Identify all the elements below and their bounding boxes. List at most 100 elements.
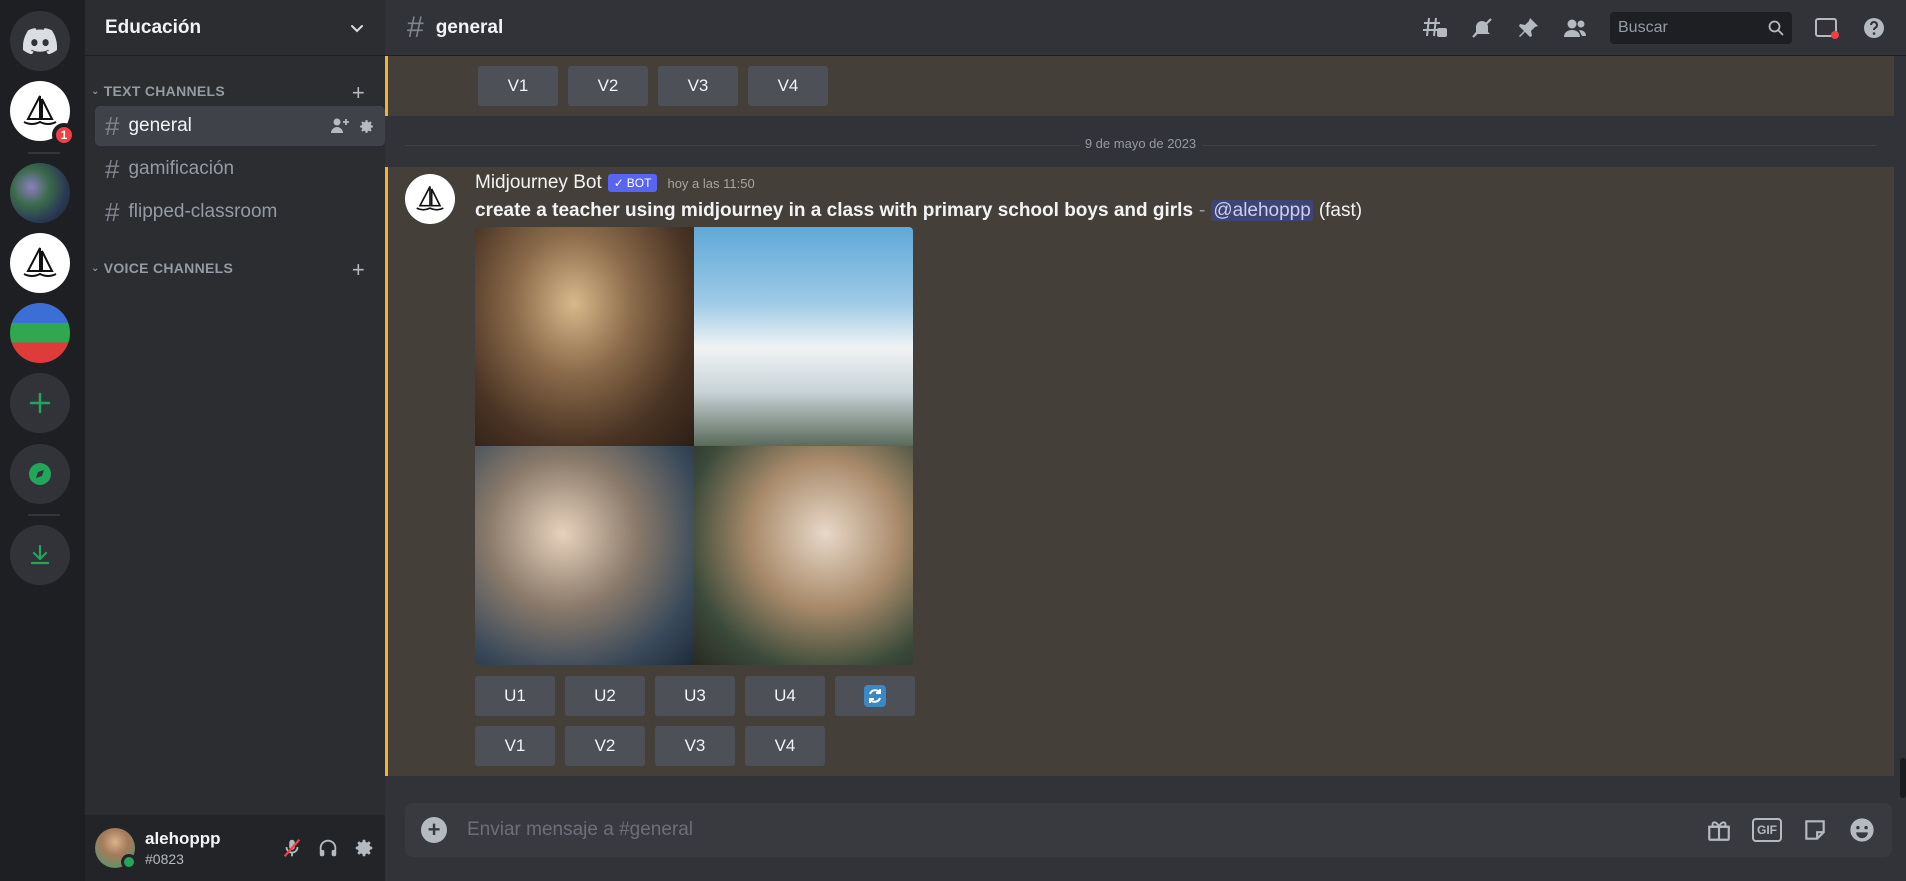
message-header: Midjourney Bot ✓ BOT hoy a las 11:50 — [475, 172, 755, 194]
invite-icon[interactable] — [330, 117, 350, 135]
image-quadrant-2 — [694, 227, 913, 446]
sticker-icon[interactable] — [1802, 817, 1828, 843]
message-composer[interactable]: + Enviar mensaje a #general GIF — [405, 803, 1892, 857]
upscale-button[interactable]: U2 — [565, 676, 645, 716]
chevron-down-icon: ⌄ — [91, 85, 100, 97]
discord-home-button[interactable] — [10, 11, 70, 71]
user-panel: alehoppp #0823 — [85, 815, 385, 881]
username: alehoppp — [145, 829, 221, 848]
category-text-channels[interactable]: ⌄ TEXT CHANNELS + — [85, 79, 385, 106]
channel-general[interactable]: # general — [95, 106, 385, 146]
reroll-button[interactable] — [835, 676, 915, 716]
channel-flipped-classroom[interactable]: # flipped-classroom — [95, 192, 385, 232]
compass-icon — [29, 463, 51, 485]
gift-icon[interactable] — [1706, 817, 1732, 843]
rail-separator — [28, 514, 60, 516]
user-mention[interactable]: @alehoppp — [1211, 200, 1313, 221]
message-timestamp: hoy a las 11:50 — [667, 175, 755, 191]
attach-button[interactable]: + — [421, 817, 447, 843]
search-icon — [1768, 20, 1784, 36]
mode-label: (fast) — [1318, 200, 1363, 221]
notifications-muted-icon[interactable] — [1470, 16, 1494, 40]
category-voice-channels[interactable]: ⌄ VOICE CHANNELS + — [85, 256, 385, 283]
channel-label: gamificación — [128, 158, 235, 179]
variation-button[interactable]: V4 — [748, 66, 828, 106]
server-books[interactable] — [10, 303, 70, 363]
create-channel-button[interactable]: + — [352, 80, 365, 106]
search-input[interactable]: Buscar — [1610, 12, 1792, 44]
threads-icon[interactable] — [1422, 16, 1448, 40]
rail-separator — [28, 152, 60, 154]
image-grid[interactable] — [475, 227, 913, 665]
avatar[interactable] — [95, 828, 137, 870]
inbox-icon[interactable] — [1814, 16, 1840, 40]
bot-tag-label: BOT — [626, 176, 652, 190]
date-divider: 9 de mayo de 2023 — [405, 136, 1876, 151]
channel-sidebar: Educación ⌄ TEXT CHANNELS + # general # … — [85, 0, 385, 881]
discord-logo-icon — [23, 28, 57, 54]
variation-button[interactable]: V2 — [568, 66, 648, 106]
channel-header: # general Buscar — [385, 0, 1906, 56]
add-server-button[interactable] — [10, 373, 70, 433]
variation-button[interactable]: V2 — [565, 726, 645, 766]
headphones-icon[interactable] — [317, 837, 339, 859]
upscale-button[interactable]: U3 — [655, 676, 735, 716]
hash-icon: # — [105, 153, 120, 184]
server-photo[interactable] — [10, 163, 70, 223]
message-input[interactable]: Enviar mensaje a #general — [467, 819, 693, 841]
notification-badge: 1 — [52, 123, 76, 147]
server-rail: 1 — [0, 0, 85, 881]
prompt-text: create a teacher using midjourney in a c… — [475, 200, 1194, 221]
gear-icon[interactable] — [358, 118, 375, 135]
create-voice-channel-button[interactable]: + — [352, 257, 365, 283]
hash-icon: # — [105, 196, 120, 227]
upscale-button[interactable]: U1 — [475, 676, 555, 716]
gif-icon[interactable]: GIF — [1752, 818, 1782, 842]
variation-button[interactable]: V3 — [655, 726, 735, 766]
variation-button[interactable]: V1 — [478, 66, 558, 106]
variation-buttons: V1 V2 V3 V4 — [475, 726, 825, 766]
server-midjourney-2[interactable] — [10, 233, 70, 293]
chevron-down-icon — [351, 24, 363, 32]
server-name: Educación — [105, 16, 202, 38]
channel-label: general — [128, 115, 192, 136]
explore-servers-button[interactable] — [10, 444, 70, 504]
mic-muted-icon[interactable] — [281, 837, 303, 859]
channel-gamificacion[interactable]: # gamificación — [95, 149, 385, 189]
members-icon[interactable] — [1562, 16, 1588, 40]
variation-button[interactable]: V1 — [475, 726, 555, 766]
message-list: V1 V2 V3 V4 9 de mayo de 2023 Midjourney… — [385, 56, 1906, 776]
message-content: create a teacher using midjourney in a c… — [475, 200, 1362, 222]
search-placeholder: Buscar — [1618, 19, 1668, 36]
image-quadrant-4 — [694, 446, 913, 665]
sailboat-icon — [23, 95, 57, 125]
channel-title: general — [435, 16, 504, 38]
channel-label: flipped-classroom — [128, 201, 278, 222]
download-icon — [30, 544, 50, 565]
upscale-button[interactable]: U4 — [745, 676, 825, 716]
image-quadrant-1 — [475, 227, 694, 446]
refresh-icon — [864, 685, 886, 707]
variation-button[interactable]: V3 — [658, 66, 738, 106]
server-midjourney[interactable]: 1 — [10, 81, 76, 147]
user-tag: #0823 — [145, 851, 184, 867]
pin-icon[interactable] — [1516, 16, 1540, 40]
status-online-indicator — [121, 854, 137, 870]
scrollbar[interactable] — [1900, 758, 1906, 798]
hash-icon: # — [407, 10, 424, 44]
plus-icon — [29, 392, 51, 414]
previous-message: V1 V2 V3 V4 — [385, 56, 1894, 116]
server-header[interactable]: Educación — [85, 0, 385, 56]
upscale-buttons: U1 U2 U3 U4 — [475, 676, 915, 716]
user-info[interactable]: alehoppp #0823 — [145, 829, 221, 867]
message-author[interactable]: Midjourney Bot — [475, 172, 602, 194]
bot-avatar[interactable] — [405, 174, 455, 224]
sailboat-icon — [23, 247, 57, 277]
date-divider-label: 9 de mayo de 2023 — [1078, 136, 1203, 151]
gear-icon[interactable] — [353, 837, 375, 859]
help-icon[interactable] — [1862, 16, 1886, 40]
variation-button[interactable]: V4 — [745, 726, 825, 766]
chevron-down-icon: ⌄ — [91, 262, 100, 274]
emoji-icon[interactable] — [1848, 816, 1876, 844]
download-apps-button[interactable] — [10, 525, 70, 585]
